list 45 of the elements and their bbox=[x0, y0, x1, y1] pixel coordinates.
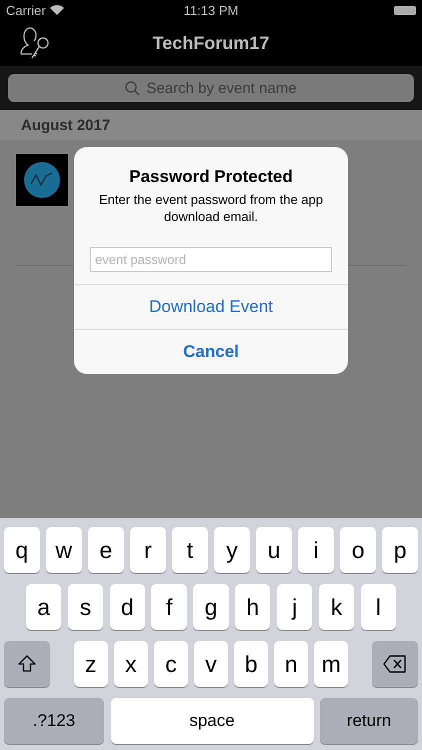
keyboard-key[interactable]: j bbox=[276, 584, 312, 630]
shift-key[interactable] bbox=[4, 641, 50, 687]
keyboard-key[interactable]: d bbox=[110, 584, 145, 630]
password-field[interactable]: event password bbox=[90, 247, 332, 272]
keyboard-key[interactable]: w bbox=[46, 527, 82, 573]
keyboard-key[interactable]: y bbox=[214, 527, 250, 573]
keyboard-key[interactable]: s bbox=[68, 584, 104, 630]
keyboard-key[interactable]: t bbox=[172, 527, 208, 573]
keyboard-key[interactable]: f bbox=[151, 584, 187, 630]
section-header: August 2017 bbox=[21, 116, 110, 134]
return-key[interactable]: return bbox=[320, 698, 418, 744]
keyboard-key[interactable]: u bbox=[256, 527, 292, 573]
backspace-key[interactable] bbox=[372, 641, 418, 687]
keyboard-key[interactable]: r bbox=[130, 527, 166, 573]
dialog-button[interactable]: Cancel bbox=[74, 329, 348, 374]
dialog-title: Password Protected bbox=[129, 167, 293, 187]
keyboard-key[interactable]: z bbox=[74, 641, 108, 687]
keyboard-key[interactable]: v bbox=[194, 641, 228, 687]
keyboard-key[interactable]: l bbox=[360, 584, 396, 630]
shift-icon bbox=[17, 654, 37, 674]
keyboard-key[interactable]: n bbox=[274, 641, 308, 687]
carrier-label: Carrier bbox=[6, 2, 46, 18]
numbers-key[interactable]: .?123 bbox=[4, 698, 104, 744]
keyboard-key[interactable]: m bbox=[314, 641, 348, 687]
keyboard-key[interactable]: h bbox=[235, 584, 270, 630]
wifi-icon bbox=[50, 5, 64, 15]
keyboard-key[interactable]: q bbox=[4, 527, 40, 573]
backspace-icon bbox=[383, 655, 408, 673]
keyboard-key[interactable]: x bbox=[114, 641, 148, 687]
search-icon bbox=[125, 80, 140, 96]
keyboard-key[interactable]: g bbox=[193, 584, 229, 630]
keyboard-key[interactable]: o bbox=[340, 527, 376, 573]
keyboard-key[interactable]: i bbox=[298, 527, 334, 573]
battery-icon bbox=[394, 6, 416, 14]
keyboard-key[interactable]: e bbox=[88, 527, 124, 573]
keyboard-key[interactable]: b bbox=[234, 641, 268, 687]
keyboard-key[interactable]: p bbox=[382, 527, 418, 573]
keyboard-key[interactable]: k bbox=[318, 584, 354, 630]
space-key[interactable]: space bbox=[110, 698, 314, 744]
dialog-message: Enter the event password from the app download email. bbox=[98, 191, 324, 225]
keyboard-key[interactable]: c bbox=[154, 641, 188, 687]
keyboard-key[interactable]: a bbox=[26, 584, 62, 630]
dialog-button[interactable]: Download Event bbox=[74, 284, 348, 329]
status-time: 11:13 PM bbox=[184, 2, 238, 18]
nav-title: TechForum17 bbox=[152, 32, 270, 54]
